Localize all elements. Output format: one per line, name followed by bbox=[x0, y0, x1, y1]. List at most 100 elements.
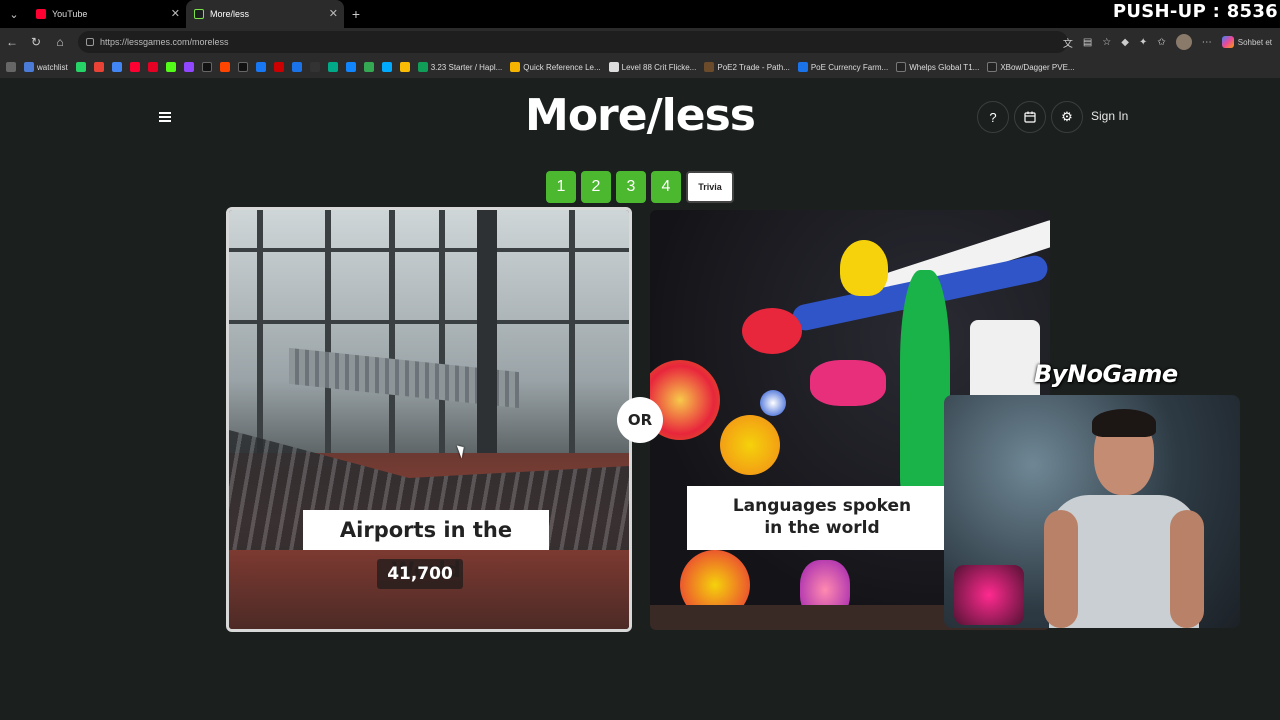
url-text: https://lessgames.com/moreless bbox=[100, 37, 229, 47]
tab-label: More/less bbox=[210, 9, 250, 19]
whelps-icon bbox=[896, 62, 907, 72]
right-card-title: Languages spoken in the world bbox=[687, 486, 957, 550]
gmail-icon[interactable] bbox=[93, 62, 104, 72]
window-frame bbox=[257, 210, 263, 462]
tab-search-icon[interactable]: ⌄ bbox=[0, 0, 28, 28]
page-icon bbox=[608, 62, 619, 72]
bookmark-poe-currency[interactable]: PoE Currency Farm... bbox=[797, 62, 889, 72]
decorative-sign bbox=[810, 360, 886, 406]
translate-bm-icon[interactable] bbox=[111, 62, 122, 72]
more-icon[interactable]: ⋯ bbox=[1202, 37, 1212, 48]
left-card-title: Airports in the World bbox=[303, 510, 549, 582]
bluesky-icon[interactable] bbox=[345, 62, 356, 72]
level-2-button[interactable]: 2 bbox=[581, 171, 611, 203]
youtube-bm-icon[interactable] bbox=[129, 62, 140, 72]
globe-icon bbox=[797, 62, 808, 72]
window-frame bbox=[439, 210, 445, 462]
bookmark-icon[interactable] bbox=[399, 62, 410, 72]
whatsapp-icon[interactable] bbox=[75, 62, 86, 72]
bookmark-label: 3.23 Starter / Hapl... bbox=[430, 62, 503, 72]
close-icon[interactable]: ✕ bbox=[171, 7, 180, 20]
close-icon[interactable]: ✕ bbox=[329, 7, 338, 20]
window-frame bbox=[569, 210, 575, 462]
copilot-label: Sohbet et bbox=[1237, 37, 1272, 47]
bookmark-level88[interactable]: Level 88 Crit Flicke... bbox=[608, 62, 697, 72]
toolbar-right: 文 ▤ ☆ ◆ ✦ ✩ ⋯ Sohbet et bbox=[1063, 28, 1272, 56]
star-icon[interactable]: ☆ bbox=[1102, 37, 1111, 48]
window-frame bbox=[325, 210, 331, 462]
level-1-button[interactable]: 1 bbox=[546, 171, 576, 203]
rgb-light bbox=[954, 565, 1024, 625]
bookmark-label: PoE2 Trade - Path... bbox=[717, 62, 790, 72]
calendar-svg bbox=[1024, 111, 1036, 123]
tab-moreless[interactable]: More/less ✕ bbox=[186, 0, 344, 28]
bookmark-label: Whelps Global T1... bbox=[909, 62, 980, 72]
x-icon[interactable] bbox=[237, 62, 248, 72]
right-card-title-line1: Languages spoken bbox=[732, 496, 912, 516]
site-info-icon[interactable] bbox=[86, 38, 94, 46]
decorative-sign bbox=[742, 308, 802, 354]
reload-icon[interactable]: ↻ bbox=[24, 35, 48, 49]
level-selector: 1 2 3 4 Trivia bbox=[546, 171, 734, 203]
person-arm bbox=[1044, 510, 1078, 628]
translate-icon[interactable]: 文 bbox=[1063, 35, 1073, 50]
bookmark-quick-reference[interactable]: Quick Reference Le... bbox=[510, 62, 601, 72]
pushup-counter: PUSH-UP : 8536 bbox=[1112, 1, 1278, 22]
bookmark-poe2-trade[interactable]: PoE2 Trade - Path... bbox=[704, 62, 790, 72]
help-icon[interactable]: ? bbox=[977, 101, 1009, 133]
navigation-bar: ← ↻ ⌂ https://lessgames.com/moreless 文 ▤… bbox=[0, 28, 1280, 56]
tab-youtube[interactable]: YouTube ✕ bbox=[28, 0, 186, 28]
tab-actions-icon[interactable] bbox=[6, 62, 16, 72]
bookmark-label: XBow/Dagger PVE... bbox=[1000, 62, 1075, 72]
page-logo: More/less bbox=[525, 90, 756, 141]
bookmark-icon[interactable] bbox=[363, 62, 374, 72]
moreless-icon bbox=[194, 9, 204, 19]
bookmark-xbow[interactable]: XBow/Dagger PVE... bbox=[987, 62, 1075, 72]
tab-label: YouTube bbox=[52, 9, 88, 19]
sign-in-link[interactable]: Sign In bbox=[1091, 109, 1128, 123]
bookmark-label: PoE Currency Farm... bbox=[810, 62, 889, 72]
facebook-icon[interactable] bbox=[255, 62, 266, 72]
trivia-button[interactable]: Trivia bbox=[686, 171, 734, 203]
reddit-icon[interactable] bbox=[219, 62, 230, 72]
sheets-icon bbox=[417, 62, 428, 72]
home-icon[interactable]: ⌂ bbox=[48, 35, 72, 49]
copilot-icon bbox=[1221, 36, 1234, 48]
bookmark-watchlist[interactable]: watchlist bbox=[24, 62, 68, 72]
back-icon[interactable]: ← bbox=[0, 35, 24, 49]
person-arm bbox=[1170, 510, 1204, 628]
pinterest-icon[interactable] bbox=[147, 62, 158, 72]
avatar[interactable] bbox=[1175, 34, 1192, 50]
watchlist-icon bbox=[24, 62, 34, 72]
left-choice-card[interactable]: Airports in the World 41,700 bbox=[226, 207, 632, 632]
bookmark-icon[interactable] bbox=[327, 62, 338, 72]
level-4-button[interactable]: 4 bbox=[651, 171, 681, 203]
new-tab-button[interactable]: + bbox=[344, 6, 368, 22]
webcam-overlay bbox=[944, 395, 1240, 628]
kick-icon[interactable] bbox=[165, 62, 176, 72]
bookmark-label: watchlist bbox=[37, 62, 68, 72]
youtube-icon bbox=[36, 9, 46, 19]
copilot-button[interactable]: Sohbet et bbox=[1221, 36, 1272, 48]
bookmark-icon[interactable] bbox=[381, 62, 392, 72]
favorites-icon[interactable]: ✩ bbox=[1157, 37, 1165, 48]
bookmark-label: Level 88 Crit Flicke... bbox=[621, 62, 697, 72]
bookmark-icon[interactable] bbox=[291, 62, 302, 72]
bookmark-icon[interactable] bbox=[309, 62, 320, 72]
or-badge: OR bbox=[617, 397, 663, 443]
calendar-icon[interactable] bbox=[1014, 101, 1046, 133]
address-bar[interactable]: https://lessgames.com/moreless bbox=[78, 31, 1068, 53]
twitch-icon[interactable] bbox=[183, 62, 194, 72]
bookmark-icon[interactable] bbox=[273, 62, 284, 72]
bookmark-whelps[interactable]: Whelps Global T1... bbox=[896, 62, 979, 72]
bookmark-starter[interactable]: 3.23 Starter / Hapl... bbox=[417, 62, 503, 72]
extensions-icon[interactable]: ✦ bbox=[1139, 37, 1147, 48]
extension-icon[interactable]: ◆ bbox=[1121, 37, 1129, 48]
level-3-button[interactable]: 3 bbox=[616, 171, 646, 203]
bookmark-label: Quick Reference Le... bbox=[523, 62, 601, 72]
gear-icon[interactable]: ⚙ bbox=[1051, 101, 1083, 133]
poe-icon bbox=[704, 62, 715, 72]
tiktok-icon[interactable] bbox=[201, 62, 212, 72]
left-card-value: 41,700 bbox=[377, 559, 463, 589]
reader-icon[interactable]: ▤ bbox=[1083, 37, 1092, 48]
